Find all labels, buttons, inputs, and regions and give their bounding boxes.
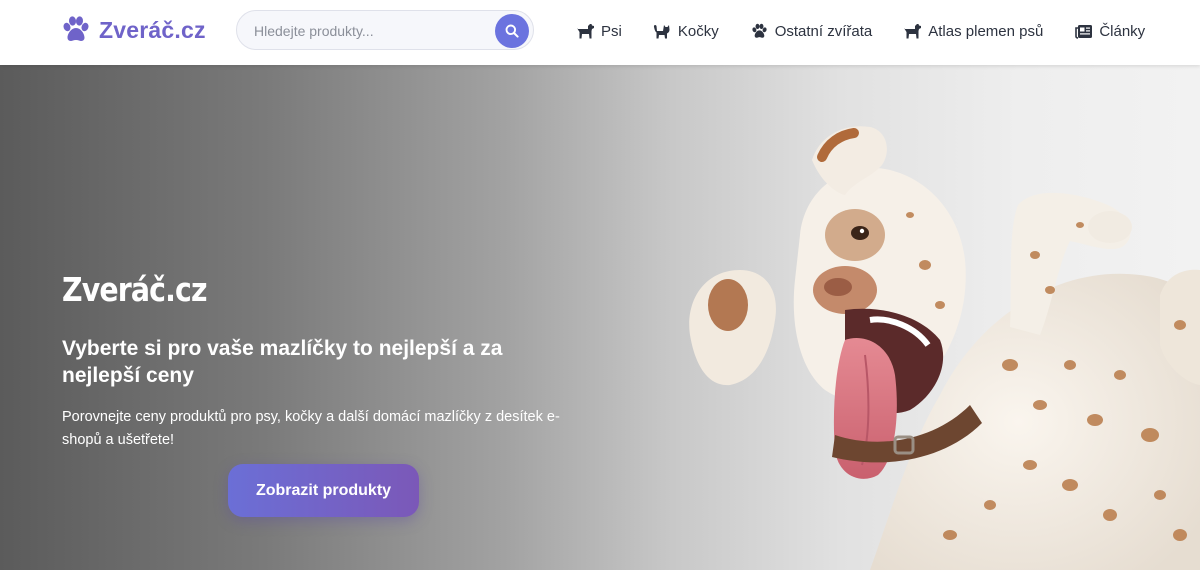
nav-label: Kočky bbox=[677, 22, 719, 40]
logo-text: Zveráč.cz bbox=[99, 16, 206, 43]
nav-label: Atlas plemen psů bbox=[928, 22, 1044, 40]
paw-logo-icon bbox=[63, 16, 89, 41]
hero-banner: Zveráč.cz Vyberte si pro vaše mazlíčky t… bbox=[0, 65, 1200, 570]
nav-item-atlas-plemen[interactable]: Atlas plemen psů bbox=[903, 23, 1043, 40]
nav-label: Články bbox=[1099, 22, 1146, 40]
site-header: Zveráč.cz Psi Kočky bbox=[0, 0, 1200, 65]
logo-link[interactable]: Zveráč.cz bbox=[61, 14, 206, 46]
nav-item-kocky[interactable]: Kočky bbox=[653, 23, 719, 40]
search-bar bbox=[236, 10, 534, 50]
nav-label: Ostatní zvířata bbox=[774, 22, 873, 40]
cat-icon bbox=[653, 23, 672, 40]
paw-icon bbox=[750, 23, 769, 40]
newspaper-icon bbox=[1074, 23, 1093, 40]
hero-description: Porovnejte ceny produktů pro psy, kočky … bbox=[62, 409, 560, 448]
nav-item-ostatni-zvirata[interactable]: Ostatní zvířata bbox=[750, 22, 873, 40]
search-icon bbox=[505, 24, 519, 38]
show-products-button[interactable]: Zobrazit produkty bbox=[228, 464, 419, 517]
nav-item-psi[interactable]: Psi bbox=[576, 23, 622, 40]
hero-subtitle: Vyberte si pro vaše mazlíčky to nejlepší… bbox=[62, 337, 503, 387]
dog-icon bbox=[576, 23, 595, 40]
nav-label: Psi bbox=[601, 22, 622, 40]
hero-title: Zveráč.cz bbox=[62, 270, 208, 309]
dog-icon bbox=[903, 23, 922, 40]
main-nav: Psi Kočky Ostatní zvířata Atlas plemen p… bbox=[576, 18, 1145, 44]
search-button[interactable] bbox=[495, 14, 529, 48]
search-input[interactable] bbox=[254, 20, 484, 42]
dalmatian-dog-photo bbox=[689, 126, 1200, 570]
nav-item-clanky[interactable]: Články bbox=[1074, 23, 1145, 40]
